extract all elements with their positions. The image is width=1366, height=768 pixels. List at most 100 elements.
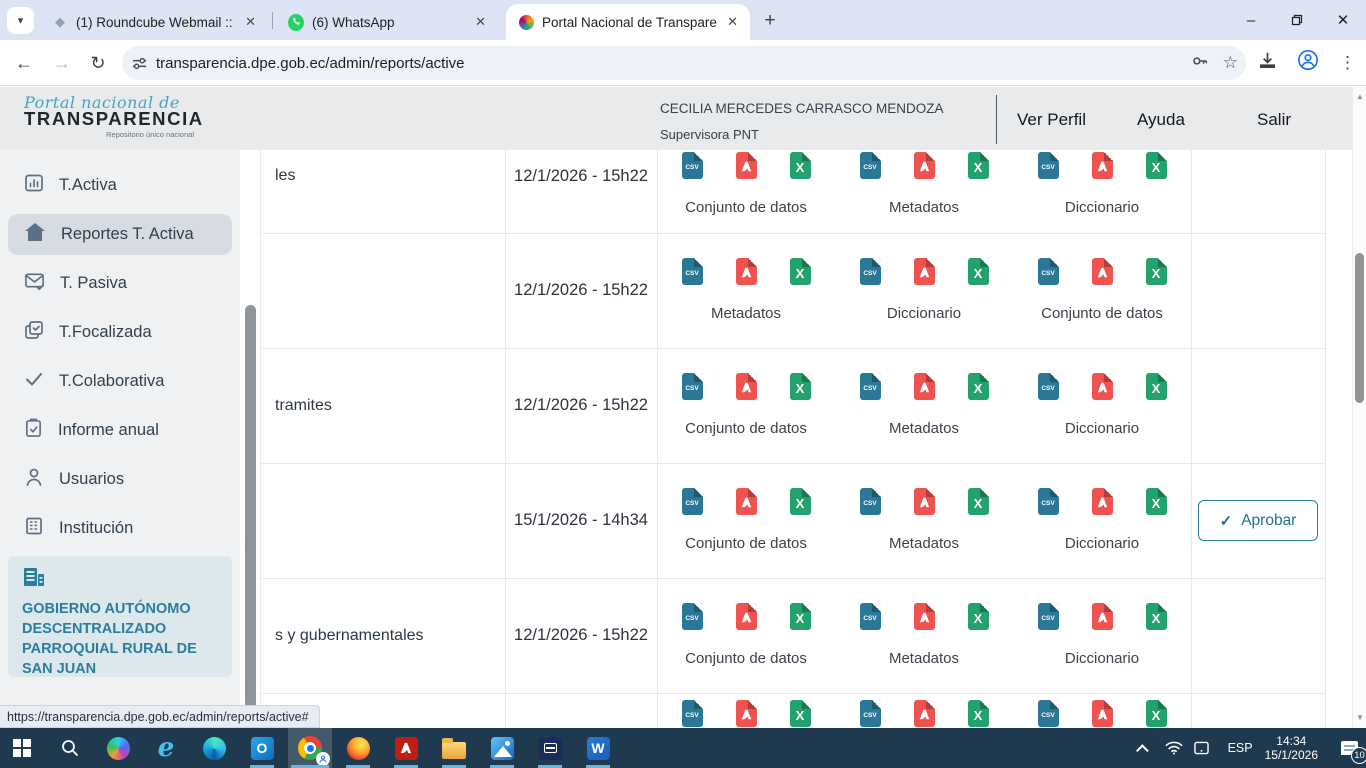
csv-file-icon[interactable]: CSV (860, 700, 881, 727)
pdf-file-icon[interactable] (914, 488, 935, 515)
csv-file-icon[interactable]: CSV (1038, 700, 1059, 727)
notification-center-icon[interactable]: 10 (1332, 728, 1366, 768)
taskbar-internet-explorer-icon[interactable]: e (144, 728, 188, 768)
page-scrollbar-thumb[interactable] (1355, 253, 1364, 403)
excel-file-icon[interactable]: X (1146, 152, 1167, 179)
menu-ayuda[interactable]: Ayuda (1137, 110, 1185, 130)
sidebar-item-t-activa[interactable]: T.Activa (8, 165, 232, 206)
browser-menu-icon[interactable]: ⋮ (1339, 53, 1356, 73)
window-restore-button[interactable] (1282, 8, 1312, 32)
new-tab-button[interactable]: + (758, 9, 782, 33)
sidebar-item-usuarios[interactable]: Usuarios (8, 459, 232, 500)
taskbar-epson-scan-icon[interactable] (528, 728, 572, 768)
csv-file-icon[interactable]: CSV (1038, 152, 1059, 179)
browser-tab[interactable]: (6) WhatsApp✕ (276, 4, 498, 40)
pdf-file-icon[interactable] (736, 152, 757, 179)
forward-button[interactable]: → (48, 49, 76, 77)
taskbar-copilot-icon[interactable] (96, 728, 140, 768)
csv-file-icon[interactable]: CSV (1038, 258, 1059, 285)
csv-file-icon[interactable]: CSV (682, 373, 703, 400)
taskbar-word-icon[interactable]: W (576, 728, 620, 768)
excel-file-icon[interactable]: X (968, 700, 989, 727)
excel-file-icon[interactable]: X (968, 258, 989, 285)
tablet-settings-icon[interactable] (1188, 728, 1216, 768)
excel-file-icon[interactable]: X (790, 373, 811, 400)
profile-icon[interactable] (1297, 49, 1319, 76)
excel-file-icon[interactable]: X (790, 603, 811, 630)
reload-button[interactable]: ↻ (84, 49, 112, 77)
menu-ver-perfil[interactable]: Ver Perfil (1017, 110, 1086, 130)
site-settings-icon[interactable] (122, 56, 156, 71)
csv-file-icon[interactable]: CSV (860, 152, 881, 179)
menu-salir[interactable]: Salir (1257, 110, 1291, 130)
taskbar-chrome-icon[interactable] (288, 728, 332, 768)
excel-file-icon[interactable]: X (968, 488, 989, 515)
pdf-file-icon[interactable] (1092, 152, 1113, 179)
sidebar-item-reportes-t-activa[interactable]: Reportes T. Activa (8, 214, 232, 255)
csv-file-icon[interactable]: CSV (1038, 373, 1059, 400)
taskbar-start-icon[interactable] (0, 728, 44, 768)
sidebar-item-informe-anual[interactable]: Informe anual (8, 410, 232, 451)
pdf-file-icon[interactable] (736, 373, 757, 400)
pdf-file-icon[interactable] (1092, 603, 1113, 630)
window-minimize-button[interactable]: – (1236, 8, 1266, 32)
sidebar-organization[interactable]: GOBIERNO AUTÓNOMO DESCENTRALIZADO PARROQ… (8, 556, 232, 677)
approve-button[interactable]: ✓Aprobar (1198, 500, 1318, 541)
pdf-file-icon[interactable] (736, 603, 757, 630)
taskbar-outlook-icon[interactable]: O (240, 728, 284, 768)
pdf-file-icon[interactable] (914, 603, 935, 630)
tab-close-icon[interactable]: ✕ (243, 14, 258, 30)
sidebar-item-instituci-n[interactable]: Institución (8, 508, 232, 549)
csv-file-icon[interactable]: CSV (860, 488, 881, 515)
csv-file-icon[interactable]: CSV (1038, 603, 1059, 630)
pdf-file-icon[interactable] (1092, 700, 1113, 727)
excel-file-icon[interactable]: X (790, 258, 811, 285)
excel-file-icon[interactable]: X (1146, 603, 1167, 630)
excel-file-icon[interactable]: X (1146, 258, 1167, 285)
excel-file-icon[interactable]: X (790, 700, 811, 727)
downloads-icon[interactable] (1258, 51, 1277, 75)
taskbar-acrobat-icon[interactable] (384, 728, 428, 768)
wifi-icon[interactable] (1160, 728, 1188, 768)
tray-language[interactable]: ESP (1216, 728, 1265, 768)
excel-file-icon[interactable]: X (968, 603, 989, 630)
excel-file-icon[interactable]: X (790, 152, 811, 179)
pdf-file-icon[interactable] (736, 258, 757, 285)
pdf-file-icon[interactable] (914, 258, 935, 285)
back-button[interactable]: ← (10, 49, 38, 77)
pdf-file-icon[interactable] (736, 700, 757, 727)
taskbar-firefox-icon[interactable] (336, 728, 380, 768)
excel-file-icon[interactable]: X (1146, 373, 1167, 400)
csv-file-icon[interactable]: CSV (1038, 488, 1059, 515)
csv-file-icon[interactable]: CSV (860, 603, 881, 630)
excel-file-icon[interactable]: X (1146, 700, 1167, 727)
excel-file-icon[interactable]: X (968, 152, 989, 179)
excel-file-icon[interactable]: X (790, 488, 811, 515)
sidebar-item-t-colaborativa[interactable]: T.Colaborativa (8, 361, 232, 402)
csv-file-icon[interactable]: CSV (860, 373, 881, 400)
window-close-button[interactable]: ✕ (1328, 8, 1358, 32)
password-key-icon[interactable] (1191, 52, 1209, 75)
tray-clock[interactable]: 14:34 15/1/2026 (1265, 728, 1332, 768)
page-scrollbar[interactable]: ▲ ▼ (1352, 87, 1366, 728)
taskbar-file-explorer-icon[interactable] (432, 728, 476, 768)
csv-file-icon[interactable]: CSV (682, 603, 703, 630)
pdf-file-icon[interactable] (1092, 488, 1113, 515)
bookmark-star-icon[interactable]: ☆ (1223, 53, 1238, 73)
scroll-down-icon[interactable]: ▼ (1356, 713, 1364, 722)
tab-close-icon[interactable]: ✕ (725, 14, 740, 30)
browser-tab[interactable]: ◆(1) Roundcube Webmail :: Entra✕ (40, 4, 268, 40)
sidebar-item-t-pasiva[interactable]: T. Pasiva (8, 263, 232, 304)
csv-file-icon[interactable]: CSV (682, 152, 703, 179)
csv-file-icon[interactable]: CSV (682, 700, 703, 727)
pdf-file-icon[interactable] (914, 700, 935, 727)
excel-file-icon[interactable]: X (968, 373, 989, 400)
taskbar-edge-icon[interactable] (192, 728, 236, 768)
csv-file-icon[interactable]: CSV (682, 488, 703, 515)
sidebar-scrollbar-thumb[interactable] (245, 305, 256, 768)
csv-file-icon[interactable]: CSV (682, 258, 703, 285)
taskbar-photos-icon[interactable] (480, 728, 524, 768)
address-bar[interactable]: transparencia.dpe.gob.ec/admin/reports/a… (122, 46, 1246, 80)
scroll-up-icon[interactable]: ▲ (1356, 92, 1364, 101)
csv-file-icon[interactable]: CSV (860, 258, 881, 285)
